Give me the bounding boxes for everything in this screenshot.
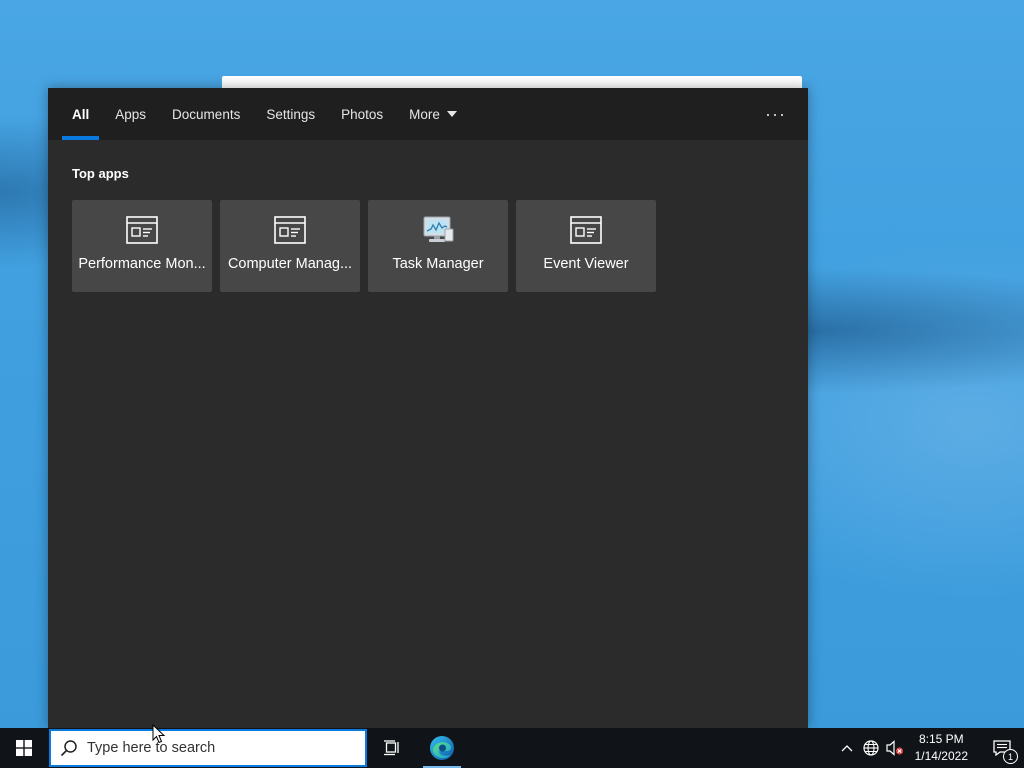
task-view-button[interactable] (367, 728, 417, 768)
clock[interactable]: 8:15 PM 1/14/2022 (907, 731, 980, 765)
app-tile-task-manager[interactable]: Task Manager (368, 200, 508, 292)
app-tile-computer-management[interactable]: Computer Manag... (220, 200, 360, 292)
chevron-up-icon[interactable] (835, 728, 859, 768)
tab-photos[interactable]: Photos (331, 88, 393, 140)
start-button[interactable] (0, 728, 48, 768)
tab-more[interactable]: More (399, 88, 467, 140)
app-tile-label: Computer Manag... (227, 256, 353, 272)
task-view-icon (384, 740, 399, 756)
search-tabs: All Apps Documents Settings Photos More … (48, 88, 808, 140)
app-tile-event-viewer[interactable]: Event Viewer (516, 200, 656, 292)
search-input[interactable] (87, 740, 357, 756)
clock-date: 1/14/2022 (914, 749, 968, 763)
task-manager-icon (421, 215, 455, 245)
ellipsis-icon[interactable]: ··· (765, 88, 786, 140)
caret-down-icon (446, 111, 457, 117)
edge-icon (430, 736, 454, 760)
system-tray: 8:15 PM 1/14/2022 1 (835, 728, 1024, 768)
app-tile-label: Performance Mon... (78, 256, 206, 272)
app-tile-performance-monitor[interactable]: Performance Mon... (72, 200, 212, 292)
volume-muted-icon[interactable] (883, 728, 907, 768)
notification-count-badge: 1 (1003, 749, 1018, 764)
tab-all[interactable]: All (62, 88, 100, 140)
app-tile-label: Task Manager (392, 256, 484, 272)
search-icon (51, 739, 87, 757)
mouse-cursor-icon (152, 724, 166, 744)
edge-taskbar-button[interactable] (417, 728, 467, 768)
windows-logo-icon (16, 740, 32, 756)
app-tile-label: Event Viewer (543, 256, 629, 272)
admin-tool-icon (274, 215, 306, 245)
taskbar-search-box[interactable] (49, 729, 367, 767)
clock-time: 8:15 PM (918, 732, 964, 746)
action-center-button[interactable]: 1 (980, 728, 1024, 768)
search-panel: All Apps Documents Settings Photos More … (48, 88, 808, 728)
network-globe-icon[interactable] (859, 728, 883, 768)
top-apps-list: Performance Mon... Computer Manag... Tas… (72, 200, 656, 292)
tab-documents[interactable]: Documents (162, 88, 250, 140)
section-title: Top apps (72, 166, 129, 181)
admin-tool-icon (126, 215, 158, 245)
admin-tool-icon (570, 215, 602, 245)
tab-settings[interactable]: Settings (256, 88, 325, 140)
tab-apps[interactable]: Apps (105, 88, 156, 140)
